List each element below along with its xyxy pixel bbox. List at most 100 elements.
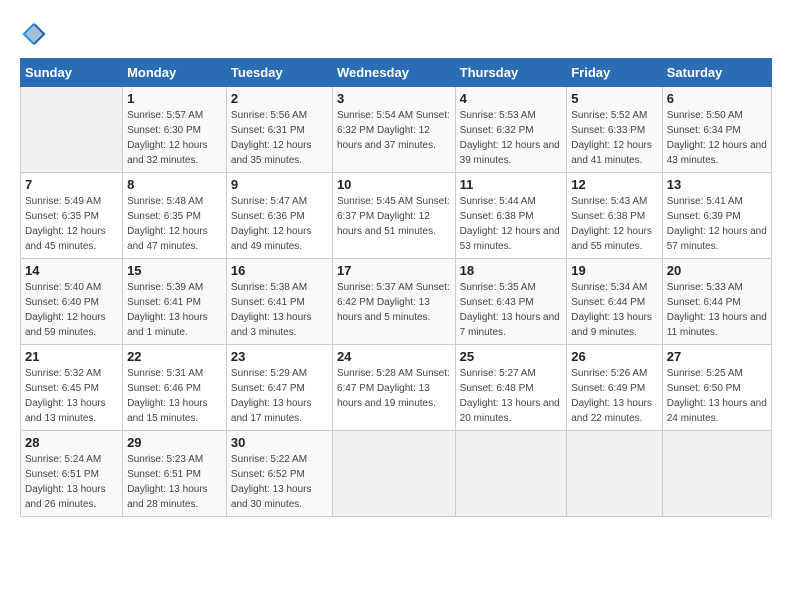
day-detail: Sunrise: 5:33 AM Sunset: 6:44 PM Dayligh… bbox=[667, 280, 767, 340]
day-detail: Sunrise: 5:56 AM Sunset: 6:31 PM Dayligh… bbox=[231, 108, 328, 168]
day-number: 27 bbox=[667, 349, 767, 364]
calendar-header: SundayMondayTuesdayWednesdayThursdayFrid… bbox=[21, 59, 772, 87]
day-cell: 27Sunrise: 5:25 AM Sunset: 6:50 PM Dayli… bbox=[662, 345, 771, 431]
day-number: 3 bbox=[337, 91, 451, 106]
day-detail: Sunrise: 5:38 AM Sunset: 6:41 PM Dayligh… bbox=[231, 280, 328, 340]
day-detail: Sunrise: 5:52 AM Sunset: 6:33 PM Dayligh… bbox=[571, 108, 658, 168]
week-row-3: 14 Sunrise: 5:40 AM Sunset: 6:40 PM Dayli… bbox=[21, 259, 772, 345]
column-header-thursday: Thursday bbox=[455, 59, 567, 87]
day-cell: 9 Sunrise: 5:47 AM Sunset: 6:36 PM Daylig… bbox=[226, 173, 332, 259]
column-header-sunday: Sunday bbox=[21, 59, 123, 87]
day-cell: 16Sunrise: 5:38 AM Sunset: 6:41 PM Dayli… bbox=[226, 259, 332, 345]
day-number: 20 bbox=[667, 263, 767, 278]
column-header-tuesday: Tuesday bbox=[226, 59, 332, 87]
day-number: 7 bbox=[25, 177, 118, 192]
day-detail: Sunrise: 5:37 AM Sunset: 6:42 PM Dayligh… bbox=[337, 280, 451, 325]
day-cell bbox=[567, 431, 663, 517]
day-number: 14 bbox=[25, 263, 118, 278]
week-row-1: 1Sunrise: 5:57 AM Sunset: 6:30 PM Daylig… bbox=[21, 87, 772, 173]
column-header-saturday: Saturday bbox=[662, 59, 771, 87]
day-cell: 12 Sunrise: 5:43 AM Sunset: 6:38 PM Dayli… bbox=[567, 173, 663, 259]
week-row-5: 28 Sunrise: 5:24 AM Sunset: 6:51 PM Dayli… bbox=[21, 431, 772, 517]
day-cell: 2 Sunrise: 5:56 AM Sunset: 6:31 PM Daylig… bbox=[226, 87, 332, 173]
day-cell: 24 Sunrise: 5:28 AM Sunset: 6:47 PM Dayli… bbox=[332, 345, 455, 431]
day-cell bbox=[332, 431, 455, 517]
day-cell: 19Sunrise: 5:34 AM Sunset: 6:44 PM Dayli… bbox=[567, 259, 663, 345]
day-number: 15 bbox=[127, 263, 222, 278]
week-row-2: 7 Sunrise: 5:49 AM Sunset: 6:35 PM Daylig… bbox=[21, 173, 772, 259]
day-cell: 25 Sunrise: 5:27 AM Sunset: 6:48 PM Dayli… bbox=[455, 345, 567, 431]
logo-icon bbox=[20, 20, 48, 48]
day-cell: 11 Sunrise: 5:44 AM Sunset: 6:38 PM Dayli… bbox=[455, 173, 567, 259]
day-number: 23 bbox=[231, 349, 328, 364]
day-detail: Sunrise: 5:24 AM Sunset: 6:51 PM Dayligh… bbox=[25, 452, 118, 512]
day-number: 28 bbox=[25, 435, 118, 450]
day-cell: 8 Sunrise: 5:48 AM Sunset: 6:35 PM Daylig… bbox=[123, 173, 227, 259]
day-detail: Sunrise: 5:41 AM Sunset: 6:39 PM Dayligh… bbox=[667, 194, 767, 254]
day-detail: Sunrise: 5:44 AM Sunset: 6:38 PM Dayligh… bbox=[460, 194, 563, 254]
day-cell: 1Sunrise: 5:57 AM Sunset: 6:30 PM Daylig… bbox=[123, 87, 227, 173]
day-number: 29 bbox=[127, 435, 222, 450]
day-cell: 5 Sunrise: 5:52 AM Sunset: 6:33 PM Daylig… bbox=[567, 87, 663, 173]
day-number: 22 bbox=[127, 349, 222, 364]
day-number: 9 bbox=[231, 177, 328, 192]
day-number: 30 bbox=[231, 435, 328, 450]
day-cell: 14 Sunrise: 5:40 AM Sunset: 6:40 PM Dayli… bbox=[21, 259, 123, 345]
day-cell: 15 Sunrise: 5:39 AM Sunset: 6:41 PM Dayli… bbox=[123, 259, 227, 345]
day-detail: Sunrise: 5:29 AM Sunset: 6:47 PM Dayligh… bbox=[231, 366, 328, 426]
day-number: 5 bbox=[571, 91, 658, 106]
day-cell: 29 Sunrise: 5:23 AM Sunset: 6:51 PM Dayli… bbox=[123, 431, 227, 517]
day-cell bbox=[662, 431, 771, 517]
day-cell: 22 Sunrise: 5:31 AM Sunset: 6:46 PM Dayli… bbox=[123, 345, 227, 431]
day-cell: 4 Sunrise: 5:53 AM Sunset: 6:32 PM Daylig… bbox=[455, 87, 567, 173]
day-cell: 28 Sunrise: 5:24 AM Sunset: 6:51 PM Dayli… bbox=[21, 431, 123, 517]
page-header bbox=[20, 20, 772, 48]
header-row: SundayMondayTuesdayWednesdayThursdayFrid… bbox=[21, 59, 772, 87]
day-detail: Sunrise: 5:57 AM Sunset: 6:30 PM Dayligh… bbox=[127, 108, 222, 168]
day-detail: Sunrise: 5:47 AM Sunset: 6:36 PM Dayligh… bbox=[231, 194, 328, 254]
calendar-table: SundayMondayTuesdayWednesdayThursdayFrid… bbox=[20, 58, 772, 517]
column-header-wednesday: Wednesday bbox=[332, 59, 455, 87]
week-row-4: 21Sunrise: 5:32 AM Sunset: 6:45 PM Dayli… bbox=[21, 345, 772, 431]
day-cell bbox=[21, 87, 123, 173]
day-detail: Sunrise: 5:45 AM Sunset: 6:37 PM Dayligh… bbox=[337, 194, 451, 239]
day-detail: Sunrise: 5:34 AM Sunset: 6:44 PM Dayligh… bbox=[571, 280, 658, 340]
day-detail: Sunrise: 5:54 AM Sunset: 6:32 PM Dayligh… bbox=[337, 108, 451, 153]
day-number: 2 bbox=[231, 91, 328, 106]
day-cell: 18 Sunrise: 5:35 AM Sunset: 6:43 PM Dayli… bbox=[455, 259, 567, 345]
day-cell: 10 Sunrise: 5:45 AM Sunset: 6:37 PM Dayli… bbox=[332, 173, 455, 259]
day-detail: Sunrise: 5:40 AM Sunset: 6:40 PM Dayligh… bbox=[25, 280, 118, 340]
day-detail: Sunrise: 5:23 AM Sunset: 6:51 PM Dayligh… bbox=[127, 452, 222, 512]
day-detail: Sunrise: 5:53 AM Sunset: 6:32 PM Dayligh… bbox=[460, 108, 563, 168]
day-detail: Sunrise: 5:26 AM Sunset: 6:49 PM Dayligh… bbox=[571, 366, 658, 426]
day-detail: Sunrise: 5:48 AM Sunset: 6:35 PM Dayligh… bbox=[127, 194, 222, 254]
day-number: 11 bbox=[460, 177, 563, 192]
day-detail: Sunrise: 5:49 AM Sunset: 6:35 PM Dayligh… bbox=[25, 194, 118, 254]
day-cell: 6Sunrise: 5:50 AM Sunset: 6:34 PM Daylig… bbox=[662, 87, 771, 173]
day-detail: Sunrise: 5:50 AM Sunset: 6:34 PM Dayligh… bbox=[667, 108, 767, 168]
day-detail: Sunrise: 5:39 AM Sunset: 6:41 PM Dayligh… bbox=[127, 280, 222, 340]
day-number: 17 bbox=[337, 263, 451, 278]
day-detail: Sunrise: 5:43 AM Sunset: 6:38 PM Dayligh… bbox=[571, 194, 658, 254]
day-number: 18 bbox=[460, 263, 563, 278]
day-number: 21 bbox=[25, 349, 118, 364]
day-number: 8 bbox=[127, 177, 222, 192]
day-detail: Sunrise: 5:31 AM Sunset: 6:46 PM Dayligh… bbox=[127, 366, 222, 426]
day-detail: Sunrise: 5:22 AM Sunset: 6:52 PM Dayligh… bbox=[231, 452, 328, 512]
day-cell bbox=[455, 431, 567, 517]
day-cell: 30 Sunrise: 5:22 AM Sunset: 6:52 PM Dayli… bbox=[226, 431, 332, 517]
day-number: 12 bbox=[571, 177, 658, 192]
day-cell: 26Sunrise: 5:26 AM Sunset: 6:49 PM Dayli… bbox=[567, 345, 663, 431]
calendar-body: 1Sunrise: 5:57 AM Sunset: 6:30 PM Daylig… bbox=[21, 87, 772, 517]
day-detail: Sunrise: 5:27 AM Sunset: 6:48 PM Dayligh… bbox=[460, 366, 563, 426]
day-number: 24 bbox=[337, 349, 451, 364]
day-number: 25 bbox=[460, 349, 563, 364]
day-number: 4 bbox=[460, 91, 563, 106]
column-header-monday: Monday bbox=[123, 59, 227, 87]
day-detail: Sunrise: 5:35 AM Sunset: 6:43 PM Dayligh… bbox=[460, 280, 563, 340]
day-detail: Sunrise: 5:28 AM Sunset: 6:47 PM Dayligh… bbox=[337, 366, 451, 411]
day-cell: 7 Sunrise: 5:49 AM Sunset: 6:35 PM Daylig… bbox=[21, 173, 123, 259]
day-number: 10 bbox=[337, 177, 451, 192]
logo bbox=[20, 20, 52, 48]
day-cell: 23 Sunrise: 5:29 AM Sunset: 6:47 PM Dayli… bbox=[226, 345, 332, 431]
